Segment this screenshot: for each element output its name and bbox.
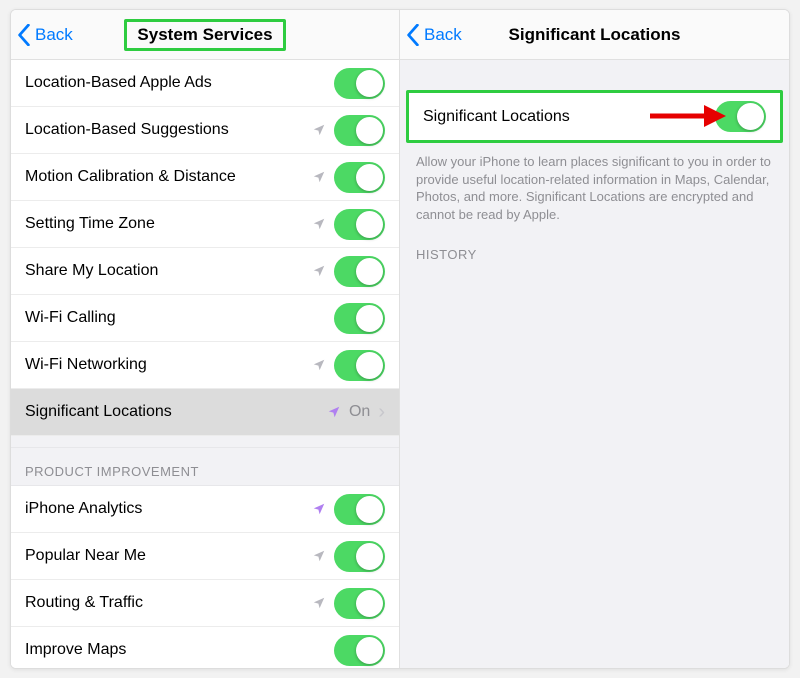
row-label: iPhone Analytics [25,500,312,518]
back-label: Back [424,25,462,45]
location-arrow-icon [327,405,341,419]
toggle-switch[interactable] [334,350,385,381]
left-list: Location-Based Apple Ads Location-Based S… [11,60,399,668]
location-arrow-icon [312,264,326,278]
location-arrow-icon [312,358,326,372]
list-spacer [11,436,399,448]
location-arrow-icon [312,549,326,563]
significant-locations-toggle-row: Significant Locations [409,93,780,140]
row-label: Popular Near Me [25,547,312,565]
row-label: Routing & Traffic [25,594,312,612]
back-label: Back [35,25,73,45]
row-label: Significant Locations [423,108,715,126]
row-wi-fi-calling: Wi-Fi Calling [11,295,399,342]
row-share-my-location: Share My Location [11,248,399,295]
row-label: Improve Maps [25,641,334,659]
row-motion-calibration-distance: Motion Calibration & Distance [11,154,399,201]
location-arrow-icon [312,170,326,184]
significant-locations-link[interactable]: Significant Locations On › [11,389,399,436]
location-arrow-icon [312,123,326,137]
toggle-switch[interactable] [334,635,385,666]
back-chevron-icon [17,24,31,46]
back-chevron-icon [406,24,420,46]
row-label: Significant Locations [25,403,327,421]
row-label: Motion Calibration & Distance [25,168,312,186]
row-location-based-suggestions: Location-Based Suggestions [11,107,399,154]
toggle-switch[interactable] [334,115,385,146]
row-label: Share My Location [25,262,312,280]
row-iphone-analytics: iPhone Analytics [11,486,399,533]
back-button[interactable]: Back [406,24,462,46]
row-setting-time-zone: Setting Time Zone [11,201,399,248]
nav-title: Significant Locations [509,25,681,45]
right-pane: Back Significant Locations Significant L… [400,10,789,668]
toggle-switch[interactable] [334,162,385,193]
description-text: Allow your iPhone to learn places signif… [400,143,789,223]
toggle-switch[interactable] [334,494,385,525]
row-location-based-apple-ads: Location-Based Apple Ads [11,60,399,107]
highlighted-toggle: Significant Locations [406,90,783,143]
status-text: On [349,403,370,421]
left-navbar: Back System Services [11,10,399,60]
row-routing-traffic: Routing & Traffic [11,580,399,627]
row-improve-maps: Improve Maps [11,627,399,668]
right-navbar: Back Significant Locations [400,10,789,60]
toggle-switch[interactable] [334,588,385,619]
toggle-switch[interactable] [334,68,385,99]
row-label: Wi-Fi Calling [25,309,334,327]
row-popular-near-me: Popular Near Me [11,533,399,580]
history-header: HISTORY [400,223,789,270]
location-arrow-icon [312,217,326,231]
location-arrow-icon [312,596,326,610]
toggle-switch[interactable] [334,256,385,287]
significant-locations-switch[interactable] [715,101,766,132]
nav-title: System Services [124,19,285,51]
section-header: PRODUCT IMPROVEMENT [11,448,399,486]
location-arrow-icon [312,502,326,516]
toggle-switch[interactable] [334,303,385,334]
toggle-switch[interactable] [334,209,385,240]
row-label: Location-Based Apple Ads [25,74,334,92]
row-label: Location-Based Suggestions [25,121,312,139]
row-wi-fi-networking: Wi-Fi Networking [11,342,399,389]
right-fill [400,270,789,668]
back-button[interactable]: Back [17,24,73,46]
left-pane: Back System Services Location-Based Appl… [11,10,400,668]
right-content: Significant Locations Allow your iPhone … [400,60,789,270]
row-label: Wi-Fi Networking [25,356,312,374]
row-label: Setting Time Zone [25,215,312,233]
toggle-switch[interactable] [334,541,385,572]
chevron-right-icon: › [378,402,385,422]
